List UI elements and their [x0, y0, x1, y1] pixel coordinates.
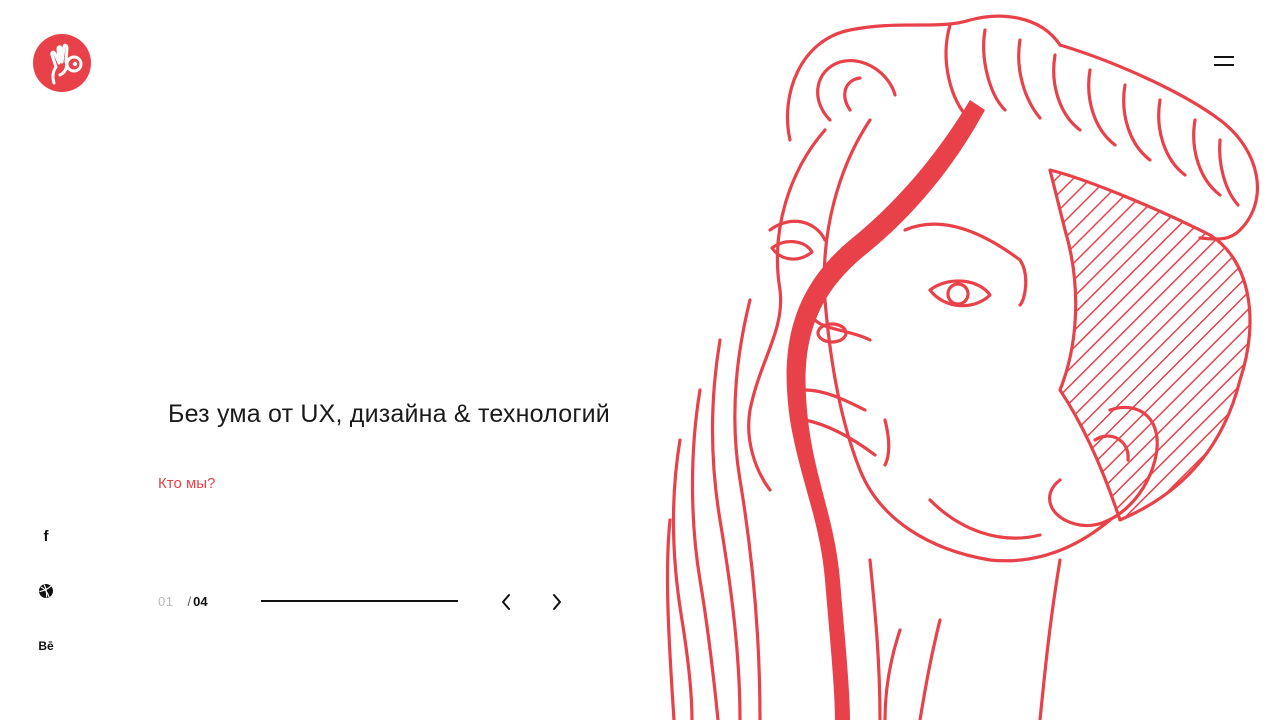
slide-counter: 01 /04 — [158, 594, 208, 609]
behance-icon[interactable]: Bē — [34, 634, 58, 658]
hand-ok-eye-icon — [33, 34, 91, 92]
behance-label: Bē — [38, 639, 54, 653]
counter-separator: / — [187, 594, 192, 609]
total-slides: 04 — [193, 594, 208, 609]
chevron-right-icon — [553, 594, 561, 610]
slide-progress-fill — [261, 600, 458, 602]
hero-headline: Без ума от UX, дизайна & технологий — [168, 400, 610, 428]
current-slide: 01 — [158, 594, 174, 609]
line-art-face-icon — [665, 14, 1259, 720]
facebook-label: f — [43, 527, 49, 545]
dribbble-glyph — [39, 584, 53, 598]
facebook-icon[interactable]: f — [34, 524, 58, 548]
slide-progress-bar — [261, 600, 458, 602]
next-slide-button[interactable] — [545, 590, 569, 614]
chevron-left-icon — [502, 594, 510, 610]
who-we-are-link[interactable]: Кто мы? — [158, 475, 215, 492]
prev-slide-button[interactable] — [494, 590, 518, 614]
landing-page: Без ума от UX, дизайна & технологий Кто … — [0, 0, 1280, 720]
dribbble-icon[interactable] — [34, 579, 58, 603]
brand-logo[interactable] — [32, 33, 92, 93]
